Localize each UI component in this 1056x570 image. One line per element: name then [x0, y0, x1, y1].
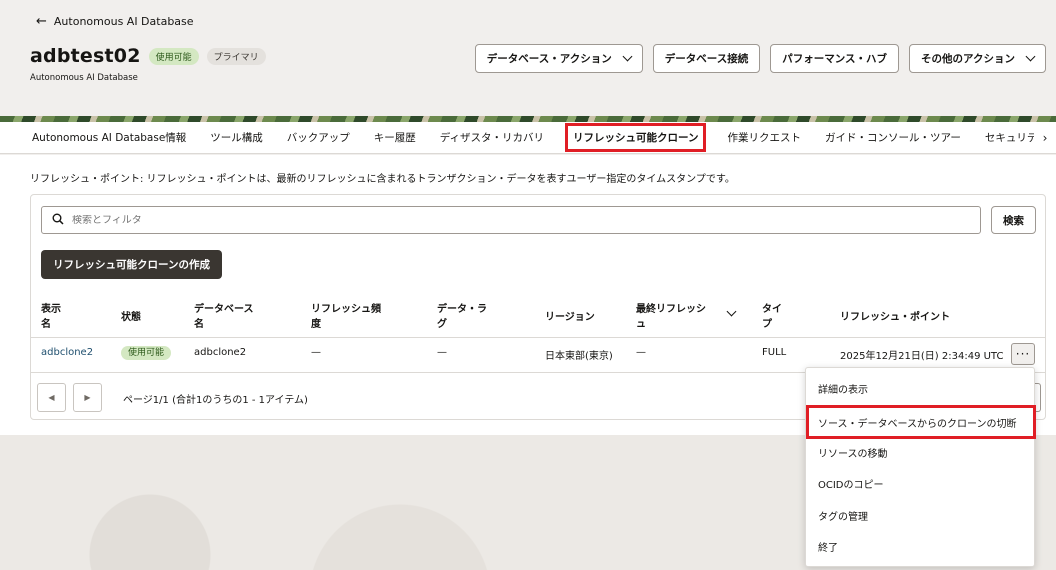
tab-work-requests[interactable]: 作業リクエスト: [715, 122, 813, 153]
refresh-frequency-cell: —: [311, 347, 321, 358]
performance-hub-button[interactable]: パフォーマンス・ハブ: [770, 44, 900, 73]
menu-item-label: 終了: [818, 542, 838, 554]
more-actions-label: その他のアクション: [921, 53, 1015, 65]
tab-label: Autonomous AI Database情報: [32, 132, 187, 144]
triangle-left-icon: ◀: [48, 393, 55, 402]
search-button-label: 検索: [1003, 214, 1024, 227]
tab-adb-info[interactable]: Autonomous AI Database情報: [20, 122, 198, 153]
refresh-point-cell: 2025年12月21日(日) 2:34:49 UTC: [840, 351, 1004, 362]
tab-label: バックアップ: [286, 132, 350, 144]
database-actions-button[interactable]: データベース・アクション: [474, 44, 643, 73]
status-badge: 使用可能: [148, 47, 199, 65]
sort-chevron-icon[interactable]: [726, 306, 737, 317]
back-link[interactable]: ← Autonomous AI Database: [36, 14, 194, 29]
tab-tool-config[interactable]: ツール構成: [198, 122, 275, 153]
column-header-refresh-point[interactable]: リフレッシュ・ポイント: [840, 310, 950, 325]
table-header: 表示 名 状態 データベース 名 リフレッシュ頻 度 データ・ラ グ リージョン…: [31, 298, 1045, 338]
column-header-last-refresh[interactable]: 最終リフレッシ ュ: [636, 302, 706, 332]
pagination-text: ページ1/1 (合計1のうちの1 - 1アイテム): [123, 395, 308, 406]
menu-item-label: タグの管理: [818, 511, 868, 523]
create-button-label: リフレッシュ可能クローンの作成: [53, 259, 210, 271]
database-connection-button[interactable]: データベース接続: [652, 44, 761, 73]
refresh-point-description: リフレッシュ・ポイント: リフレッシュ・ポイントは、最新のリフレッシュに含まれる…: [30, 174, 735, 185]
search-icon: [52, 213, 64, 228]
chevron-down-icon: [622, 51, 633, 62]
tab-label: セキュリテ: [984, 132, 1038, 144]
row-actions-menu: 詳細の表示 ソース・データベースからのクローンの切断 リソースの移動 OCIDの…: [805, 367, 1036, 567]
region-cell: 日本東部(東京): [545, 351, 613, 362]
page-title: adbtest02: [30, 45, 141, 67]
search-input-wrapper[interactable]: [41, 206, 981, 234]
state-cell: 使用可能: [121, 345, 172, 360]
tab-key-history[interactable]: キー履歴: [362, 122, 428, 153]
database-connection-label: データベース接続: [664, 53, 749, 65]
role-badge: プライマリ: [206, 47, 266, 65]
page-header: ← Autonomous AI Database adbtest02 使用可能 …: [0, 0, 1056, 116]
page-subtitle: Autonomous AI Database: [30, 73, 138, 83]
search-input[interactable]: [72, 214, 980, 226]
tab-guided-tours[interactable]: ガイド・コンソール・ツアー: [813, 122, 973, 153]
tab-disaster-recovery[interactable]: ディザスタ・リカバリ: [428, 122, 556, 153]
menu-item-label: ソース・データベースからのクローンの切断: [818, 418, 1017, 430]
tab-bar: Autonomous AI Database情報 ツール構成 バックアップ キー…: [0, 122, 1056, 154]
arrow-left-icon: ←: [36, 14, 47, 29]
header-actions: データベース・アクション データベース接続 パフォーマンス・ハブ その他のアクシ…: [474, 44, 1046, 73]
search-button[interactable]: 検索: [991, 206, 1036, 234]
back-link-label: Autonomous AI Database: [53, 15, 194, 28]
status-badge: 使用可能: [121, 346, 172, 360]
tab-label: ツール構成: [210, 132, 263, 144]
column-header-refresh-frequency[interactable]: リフレッシュ頻 度: [311, 302, 381, 332]
menu-item-label: 詳細の表示: [818, 384, 868, 396]
menu-item-label: OCIDのコピー: [818, 479, 884, 491]
chevron-right-icon[interactable]: ›: [1034, 122, 1056, 153]
column-header-state[interactable]: 状態: [121, 310, 141, 325]
title-row: adbtest02 使用可能 プライマリ: [30, 45, 266, 67]
more-horizontal-icon: ···: [1015, 347, 1031, 361]
column-header-type[interactable]: タイ プ: [762, 302, 782, 332]
menu-item-move-resource[interactable]: リソースの移動: [806, 441, 1036, 463]
tab-label: ディザスタ・リカバリ: [439, 132, 544, 144]
column-header-data-lag[interactable]: データ・ラ グ: [437, 302, 487, 332]
menu-item-terminate[interactable]: 終了: [806, 535, 1036, 557]
menu-item-copy-ocid[interactable]: OCIDのコピー: [806, 472, 1036, 494]
menu-item-manage-tags[interactable]: タグの管理: [806, 504, 1036, 526]
tab-label: リフレッシュ可能クローン: [564, 123, 707, 152]
next-page-button[interactable]: ▶: [73, 383, 102, 412]
column-header-region[interactable]: リージョン: [545, 310, 595, 325]
database-actions-label: データベース・アクション: [486, 53, 612, 65]
menu-item-view-details[interactable]: 詳細の表示: [806, 377, 1036, 399]
type-cell: FULL: [762, 347, 787, 358]
db-name-cell: adbclone2: [194, 347, 247, 358]
menu-item-label: リソースの移動: [818, 448, 888, 460]
last-refresh-cell: —: [636, 347, 646, 358]
tab-label: 作業リクエスト: [727, 132, 801, 144]
triangle-right-icon: ▶: [84, 393, 91, 402]
tab-refreshable-clones[interactable]: リフレッシュ可能クローン: [556, 122, 715, 153]
create-refreshable-clone-button[interactable]: リフレッシュ可能クローンの作成: [41, 250, 222, 279]
menu-item-disconnect-clone[interactable]: ソース・データベースからのクローンの切断: [806, 405, 1036, 439]
column-header-display-name[interactable]: 表示 名: [41, 302, 61, 332]
chevron-down-icon: [1025, 51, 1036, 62]
performance-hub-label: パフォーマンス・ハブ: [782, 53, 888, 65]
more-actions-button[interactable]: その他のアクション: [909, 44, 1046, 73]
row-actions-menu-button[interactable]: ···: [1011, 343, 1035, 365]
previous-page-button[interactable]: ◀: [37, 383, 66, 412]
tab-label: キー履歴: [373, 132, 416, 144]
column-header-db-name[interactable]: データベース 名: [194, 302, 254, 332]
data-lag-cell: —: [437, 347, 447, 358]
tab-label: ガイド・コンソール・ツアー: [824, 132, 961, 144]
display-name-link[interactable]: adbclone2: [41, 347, 93, 358]
tab-backup[interactable]: バックアップ: [275, 122, 362, 153]
